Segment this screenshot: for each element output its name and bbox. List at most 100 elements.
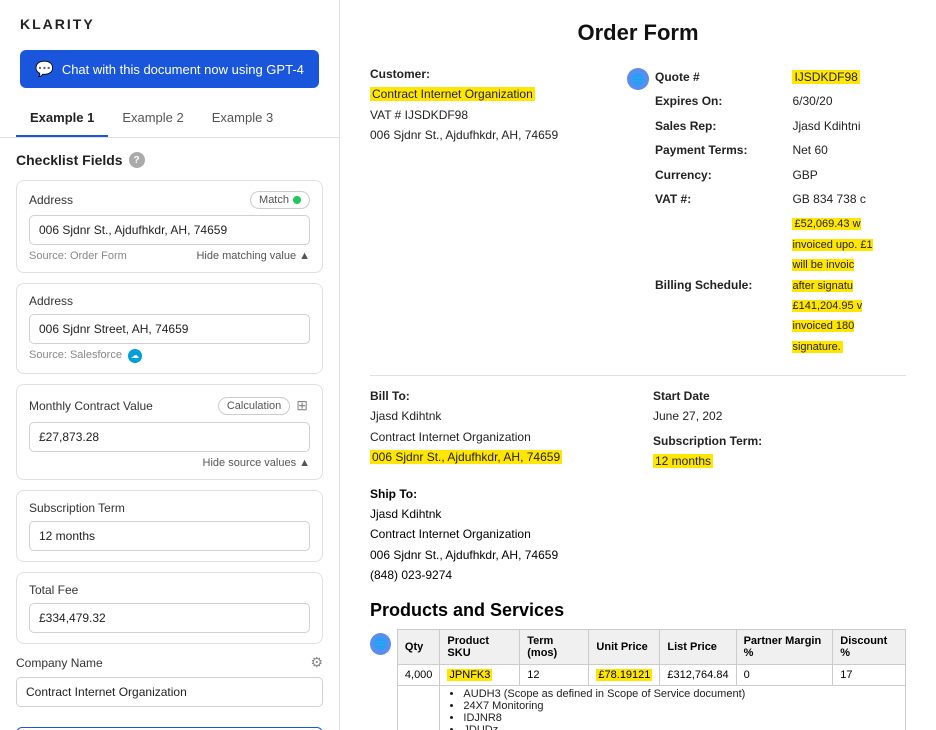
col-sku: Product SKU <box>440 629 520 664</box>
document-title: Order Form <box>370 20 906 46</box>
bill-to-name: Jjasd Kdihtnk <box>370 406 623 426</box>
match-badge-address1: Match <box>250 191 310 209</box>
field-label-address1: Address <box>29 193 73 207</box>
tab-example3[interactable]: Example 3 <box>198 100 287 137</box>
row1-sku: JPNFK3 <box>447 669 492 681</box>
field-card-subscription-term: Subscription Term <box>16 490 323 562</box>
col-partner-margin: Partner Margin % <box>736 629 833 664</box>
chat-icon: 💬 <box>35 60 54 78</box>
field-card-address1: Address Match Source: Order Form Hide ma… <box>16 180 323 273</box>
subscription-term-doc-value: 12 months <box>653 454 713 468</box>
checklist-header: Checklist Fields ? <box>16 152 323 168</box>
right-panel: Order Form Customer: Contract Internet O… <box>340 0 936 730</box>
bullet-item: IDJNR8 <box>463 712 898 724</box>
billing-schedule-value: £52,069.43 winvoiced upo. £1will be invo… <box>792 218 872 352</box>
globe-icon-header: 🌐 <box>627 68 649 90</box>
field-label-row-address2: Address <box>29 294 310 308</box>
salesforce-logo: ☁ <box>128 349 142 363</box>
source-row-address1: Source: Order Form Hide matching value ▲ <box>29 250 310 262</box>
company-name-input[interactable] <box>16 677 323 707</box>
subscription-term-doc-label: Subscription Term: <box>653 434 762 448</box>
checklist-section: Checklist Fields ? Address Match Source:… <box>0 138 339 654</box>
address2-input[interactable] <box>29 314 310 344</box>
vat-hash-value: GB 834 738 c <box>792 188 904 210</box>
bullet-item: JDUDz <box>463 724 898 730</box>
bullet-item: 24X7 Monitoring <box>463 700 898 712</box>
grid-icon-button[interactable]: ⊞ <box>294 395 310 416</box>
tab-example1[interactable]: Example 1 <box>16 100 108 137</box>
vat-hash-label: VAT #: <box>655 192 691 206</box>
left-panel: KLARITY 💬 Chat with this document now us… <box>0 0 340 730</box>
source-row-address2: Source: Salesforce ☁ <box>29 349 310 363</box>
quote-label: Quote # <box>655 70 700 84</box>
start-date-col: Start Date June 27, 202 Subscription Ter… <box>653 386 906 472</box>
col-unit-price: Unit Price <box>589 629 660 664</box>
hide-source-values-link[interactable]: Hide source values ▲ <box>203 457 310 469</box>
address1-input[interactable] <box>29 215 310 245</box>
field-card-address2: Address Source: Salesforce ☁ <box>16 283 323 374</box>
hide-matching-link[interactable]: Hide matching value ▲ <box>196 250 310 262</box>
doc-quote-col: Quote # IJSDKDF98 Expires On: 6/30/20 Sa… <box>653 64 906 359</box>
match-badge-label: Match <box>259 194 289 206</box>
ship-to-address: 006 Sjdnr St., Ajdufhkdr, AH, 74659 <box>370 545 906 565</box>
company-section: Company Name ⚙ <box>0 654 339 717</box>
ship-to-phone: (848) 023-9274 <box>370 565 906 585</box>
quote-value: IJSDKDF98 <box>792 70 859 84</box>
bill-to-label: Bill To: <box>370 389 410 403</box>
start-date-value: June 27, 202 <box>653 406 906 426</box>
chat-button-wrap: 💬 Chat with this document now using GPT-… <box>0 42 339 100</box>
match-green-dot <box>293 196 301 204</box>
field-card-total-fee: Total Fee <box>16 572 323 644</box>
source-label-address1: Source: Order Form <box>29 250 127 262</box>
globe-icon-table: 🌐 <box>370 633 391 655</box>
col-list-price: List Price <box>660 629 736 664</box>
row1-unit-price: £78.19121 <box>596 669 652 681</box>
row1-list-price: £312,764.84 <box>660 664 736 685</box>
field-label-address2: Address <box>29 294 73 308</box>
field-label-row-address1: Address Match <box>29 191 310 209</box>
expires-value: 6/30/20 <box>792 90 904 112</box>
total-fee-input[interactable] <box>29 603 310 633</box>
row1-partner-margin: 0 <box>736 664 833 685</box>
gear-button[interactable]: ⚙ <box>310 654 323 671</box>
calc-badge: Calculation <box>218 397 290 415</box>
quote-table: Quote # IJSDKDF98 Expires On: 6/30/20 Sa… <box>653 64 906 359</box>
currency-value: GBP <box>792 164 904 186</box>
customer-name: Contract Internet Organization <box>370 87 535 101</box>
col-term: Term (mos) <box>520 629 589 664</box>
chat-button[interactable]: 💬 Chat with this document now using GPT-… <box>20 50 319 88</box>
company-header-row: Company Name ⚙ <box>16 654 323 671</box>
logo-bar: KLARITY <box>0 0 339 42</box>
sales-rep-label: Sales Rep: <box>655 119 716 133</box>
monthly-contract-input[interactable] <box>29 422 310 452</box>
row1-bullets: AUDH3 (Scope as defined in Scope of Serv… <box>447 688 898 730</box>
document-header: Customer: Contract Internet Organization… <box>370 64 906 359</box>
ship-to-label: Ship To: <box>370 487 417 501</box>
field-label-subscription: Subscription Term <box>29 501 125 515</box>
tab-example2[interactable]: Example 2 <box>108 100 197 137</box>
billing-schedule-label: Billing Schedule: <box>655 278 752 292</box>
bill-to-address: 006 Sjdnr St., Ajdufhkdr, AH, 74659 <box>370 450 562 464</box>
bill-to-col: Bill To: Jjasd Kdihtnk Contract Internet… <box>370 386 623 472</box>
doc-divider-1 <box>370 375 906 376</box>
field-label-row-monthly: Monthly Contract Value Calculation ⊞ <box>29 395 310 416</box>
payment-terms-value: Net 60 <box>792 139 904 161</box>
subscription-term-input[interactable] <box>29 521 310 551</box>
field-label-row-total-fee: Total Fee <box>29 583 310 597</box>
checklist-title: Checklist Fields <box>16 152 123 168</box>
company-name-label: Company Name <box>16 656 103 670</box>
field-label-row-subscription: Subscription Term <box>29 501 310 515</box>
doc-customer-col: Customer: Contract Internet Organization… <box>370 64 623 359</box>
customer-label: Customer: <box>370 67 430 81</box>
col-qty: Qty <box>397 629 440 664</box>
field-card-monthly-contract: Monthly Contract Value Calculation ⊞ Hid… <box>16 384 323 480</box>
bill-to-org: Contract Internet Organization <box>370 427 623 447</box>
customer-address: 006 Sjdnr St., Ajdufhkdr, AH, 74659 <box>370 125 623 145</box>
help-icon[interactable]: ? <box>129 152 145 168</box>
source-label-address2: Source: Salesforce ☁ <box>29 349 142 363</box>
payment-terms-label: Payment Terms: <box>655 143 747 157</box>
ship-to-org: Contract Internet Organization <box>370 524 906 544</box>
products-table: Qty Product SKU Term (mos) Unit Price Li… <box>397 629 906 730</box>
chat-button-label: Chat with this document now using GPT-4 <box>62 62 304 77</box>
ship-to-section: Ship To: Jjasd Kdihtnk Contract Internet… <box>370 484 906 586</box>
